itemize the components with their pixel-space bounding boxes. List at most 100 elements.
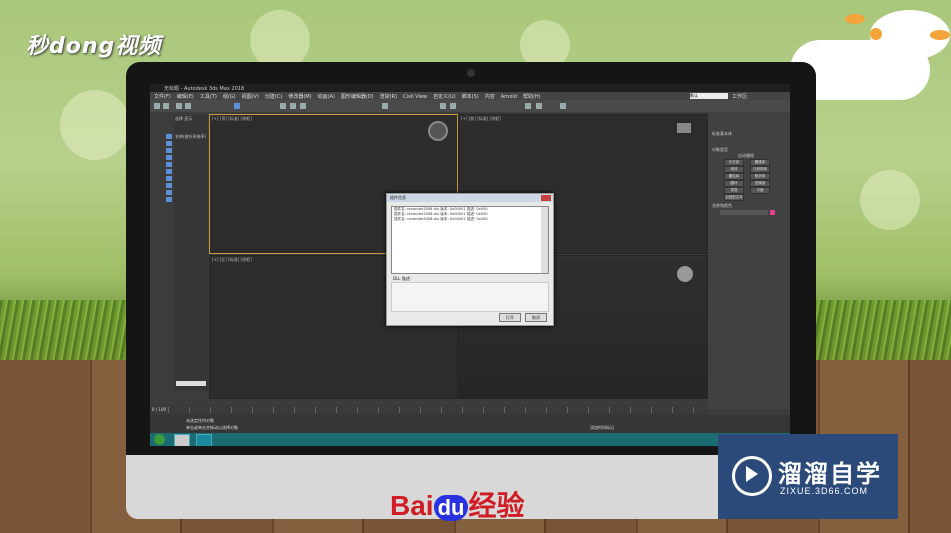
box-button[interactable]: 长方体 bbox=[724, 159, 744, 166]
explorer-search-input[interactable] bbox=[176, 381, 206, 386]
filter-icon[interactable] bbox=[166, 162, 172, 167]
baidu-jingyan-logo: Bai du 经验 bbox=[390, 484, 524, 524]
filter-icon[interactable] bbox=[166, 141, 172, 146]
pyramid-button[interactable]: 四棱锥 bbox=[750, 180, 770, 187]
move-icon[interactable] bbox=[280, 103, 286, 109]
mirror-icon[interactable] bbox=[440, 103, 446, 109]
liuliu-watermark: 溜溜自学 ZIXUE.3D66.COM bbox=[718, 434, 898, 519]
status-bar: 未选定任何对象 单击或单击并拖动以选择对象 添加时间标记 bbox=[150, 415, 790, 433]
rotate-icon[interactable] bbox=[290, 103, 296, 109]
render-icon[interactable] bbox=[560, 103, 566, 109]
time-slider[interactable]: 0 / 100 bbox=[150, 405, 706, 415]
cancel-button[interactable]: 取消 bbox=[525, 313, 547, 322]
viewcube-icon[interactable] bbox=[677, 266, 693, 282]
baidu-du: du bbox=[433, 495, 469, 521]
viewport-label[interactable]: [+] [左] [标准] [线框] bbox=[212, 257, 252, 263]
close-icon[interactable] bbox=[541, 195, 551, 201]
section-name-color[interactable]: 名称和颜色 bbox=[712, 203, 732, 209]
menu-content[interactable]: 内容 bbox=[485, 93, 495, 100]
frame-counter: 0 / 100 bbox=[152, 407, 167, 412]
viewcube-icon[interactable] bbox=[428, 121, 448, 141]
menu-edit[interactable]: 编辑(E) bbox=[177, 93, 194, 100]
workspace-select[interactable]: 默认 bbox=[690, 93, 728, 99]
cylinder-button[interactable]: 圆柱体 bbox=[724, 173, 744, 180]
app-screen: 无标题 - Autodesk 3ds Max 2018 文件(F) 编辑(E) 工具… bbox=[150, 84, 790, 446]
add-time-tag[interactable]: 添加时间标记 bbox=[590, 425, 614, 431]
filter-icon[interactable] bbox=[166, 148, 172, 153]
redo-icon[interactable] bbox=[163, 103, 169, 109]
sphere-button[interactable]: 球体 bbox=[724, 166, 744, 173]
cone-button[interactable]: 圆锥体 bbox=[750, 159, 770, 166]
scrollbar[interactable] bbox=[541, 207, 548, 273]
color-swatch[interactable] bbox=[770, 210, 775, 215]
undo-icon[interactable] bbox=[154, 103, 160, 109]
menu-help[interactable]: 帮助(H) bbox=[523, 93, 541, 100]
teapot-button[interactable]: 茶壶 bbox=[724, 187, 744, 194]
scale-icon[interactable] bbox=[300, 103, 306, 109]
menu-customize[interactable]: 自定义(U) bbox=[433, 93, 456, 100]
plugin-info-dialog: 插件信息 插件名: revander2008.dlu 版本: 0x00001 描… bbox=[386, 193, 554, 326]
taskbar-3dsmax-icon[interactable] bbox=[196, 434, 212, 446]
menu-scripting[interactable]: 脚本(S) bbox=[462, 93, 479, 100]
start-button[interactable] bbox=[154, 434, 165, 445]
menu-rendering[interactable]: 渲染(R) bbox=[380, 93, 397, 100]
render-setup-icon[interactable] bbox=[536, 103, 542, 109]
tube-button[interactable]: 管状体 bbox=[750, 173, 770, 180]
explorer-tab-display[interactable]: 显示 bbox=[184, 116, 192, 121]
open-button[interactable]: 打开 bbox=[499, 313, 521, 322]
viewport-label[interactable]: [+] [顶] [标准] [线框] bbox=[212, 116, 252, 122]
scene-explorer: 选择 显示 名称(按升序排序) bbox=[174, 115, 208, 391]
filter-icon[interactable] bbox=[166, 134, 172, 139]
bokeh-light bbox=[250, 10, 310, 70]
list-item[interactable]: 插件名: revander2008.dlu 版本: 0x00001 描述: 0x… bbox=[392, 217, 548, 222]
explorer-column-header: 名称(按升序排序) bbox=[175, 134, 207, 139]
filter-icon[interactable] bbox=[166, 176, 172, 181]
textplus-button[interactable]: 加强型文本 bbox=[724, 194, 744, 201]
title-bar: 无标题 - Autodesk 3ds Max 2018 bbox=[150, 84, 790, 92]
watermark-url: ZIXUE.3D66.COM bbox=[780, 486, 869, 496]
plane-button[interactable]: 平面 bbox=[750, 187, 770, 194]
align-icon[interactable] bbox=[450, 103, 456, 109]
menu-bar: 文件(F) 编辑(E) 工具(T) 组(G) 视图(V) 创建(C) 修改器(M) 动画(A)… bbox=[150, 92, 790, 100]
windows-taskbar bbox=[150, 433, 790, 446]
timeline-ticks bbox=[168, 407, 698, 413]
filter-icon[interactable] bbox=[166, 197, 172, 202]
bokeh-light bbox=[60, 90, 130, 160]
menu-file[interactable]: 文件(F) bbox=[154, 93, 171, 100]
menu-graph-editors[interactable]: 图形编辑器(D) bbox=[341, 93, 374, 100]
name-input[interactable] bbox=[720, 210, 768, 215]
material-editor-icon[interactable] bbox=[525, 103, 531, 109]
section-object-type[interactable]: 对象类型 bbox=[712, 147, 728, 153]
menu-modifiers[interactable]: 修改器(M) bbox=[288, 93, 311, 100]
command-panel: 标准基本体 对象类型 自动栅格 长方体 圆锥体 球体 几何球体 圆柱体 管状体 … bbox=[708, 113, 790, 409]
snap-icon[interactable] bbox=[382, 103, 388, 109]
watermark-title: 溜溜自学 bbox=[778, 460, 882, 488]
filter-icon[interactable] bbox=[166, 190, 172, 195]
menu-create[interactable]: 创建(C) bbox=[265, 93, 282, 100]
category-dropdown[interactable]: 标准基本体 bbox=[712, 131, 732, 137]
filter-icon[interactable] bbox=[166, 169, 172, 174]
menu-group[interactable]: 组(G) bbox=[223, 93, 236, 100]
link-icon[interactable] bbox=[176, 103, 182, 109]
plugin-list[interactable]: 插件名: revander2008.dlu 版本: 0x00001 描述: 0x… bbox=[391, 206, 549, 274]
filter-icon[interactable] bbox=[166, 155, 172, 160]
menu-views[interactable]: 视图(V) bbox=[242, 93, 259, 100]
description-area bbox=[391, 282, 549, 312]
sun-petal bbox=[845, 14, 865, 24]
explorer-tab-select[interactable]: 选择 bbox=[175, 116, 183, 121]
geosphere-button[interactable]: 几何球体 bbox=[750, 166, 770, 173]
viewport-label[interactable]: [+] [前] [标准] [线框] bbox=[461, 116, 501, 122]
viewcube-icon[interactable] bbox=[677, 123, 691, 133]
taskbar-app-icon[interactable] bbox=[174, 434, 190, 446]
status-prompt: 单击或单击并拖动以选择对象 bbox=[186, 425, 238, 430]
workspace-label: 工作区: bbox=[732, 94, 749, 100]
unlink-icon[interactable] bbox=[185, 103, 191, 109]
torus-button[interactable]: 圆环 bbox=[724, 180, 744, 187]
select-icon[interactable] bbox=[234, 103, 240, 109]
explorer-toolbar bbox=[166, 132, 174, 277]
dialog-title: 插件信息 bbox=[387, 194, 553, 202]
filter-icon[interactable] bbox=[166, 183, 172, 188]
main-toolbar bbox=[150, 100, 790, 112]
menu-animation[interactable]: 动画(A) bbox=[318, 93, 335, 100]
menu-tools[interactable]: 工具(T) bbox=[200, 93, 217, 100]
